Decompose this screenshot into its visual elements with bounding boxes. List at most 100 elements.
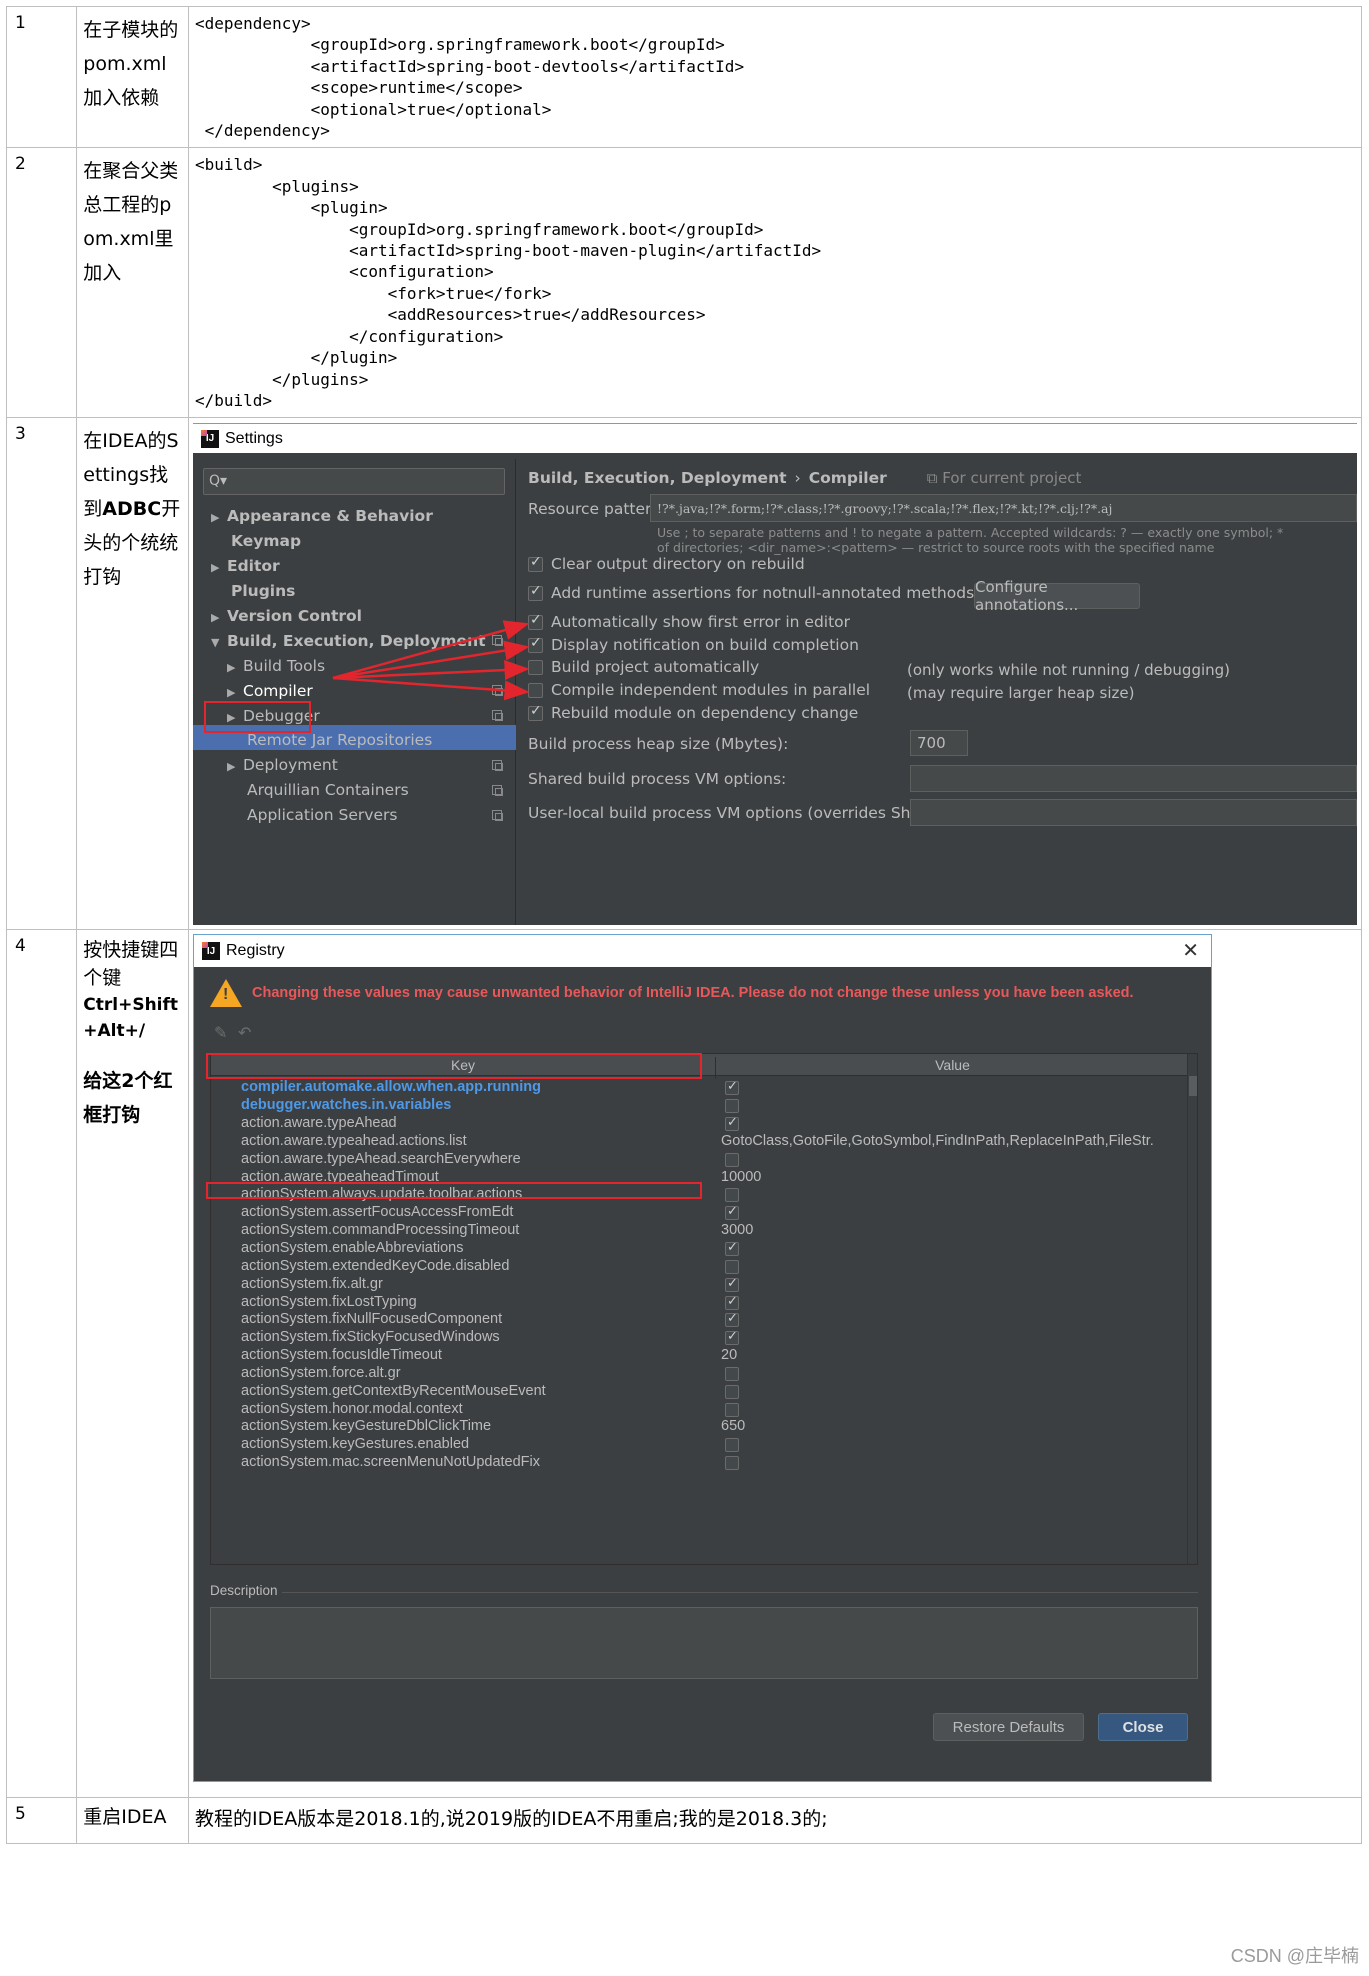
registry-value[interactable]: 3000 bbox=[721, 1222, 753, 1238]
resource-patterns-field[interactable]: !?*.java;!?*.form;!?*.class;!?*.groovy;!… bbox=[650, 494, 1357, 523]
chevron-right-icon[interactable]: ▶ bbox=[227, 760, 243, 773]
breadcrumb-page: Compiler bbox=[808, 469, 887, 488]
checkbox-unchecked[interactable] bbox=[725, 1402, 739, 1417]
checkbox-unchecked[interactable] bbox=[725, 1438, 739, 1453]
chevron-down-icon[interactable]: ▼ bbox=[211, 636, 227, 649]
registry-value[interactable]: GotoClass,GotoFile,GotoSymbol,FindInPath… bbox=[721, 1133, 1154, 1149]
step-description: 在IDEA的Settings找到ADBC开头的个统统打钩 bbox=[76, 417, 189, 931]
shared-vm-options-field[interactable] bbox=[910, 765, 1357, 793]
breadcrumb: Build, Execution, Deployment › Compiler ⧉ F… bbox=[528, 469, 1081, 487]
user-local-vm-options-field[interactable] bbox=[910, 799, 1357, 827]
tree-item-application-servers[interactable]: Application Servers bbox=[247, 806, 397, 830]
checkbox-unchecked[interactable] bbox=[725, 1188, 739, 1203]
checkbox-unchecked[interactable] bbox=[725, 1456, 739, 1471]
checkbox-checked[interactable] bbox=[725, 1310, 739, 1328]
tree-item-plugins[interactable]: Plugins bbox=[231, 582, 295, 606]
step-content: <dependency> <groupId>org.springframewor… bbox=[188, 5, 1362, 149]
registry-table: Key Value compiler.automake.allow.when.a… bbox=[210, 1053, 1198, 1566]
tree-item-deployment[interactable]: ▶ Deployment bbox=[227, 756, 338, 780]
close-icon[interactable]: ✕ bbox=[1182, 938, 1199, 963]
step-description-keyword: ADBC bbox=[102, 498, 162, 521]
registry-key: actionSystem.assertFocusAccessFromEdt bbox=[241, 1204, 514, 1221]
checkbox-checked[interactable] bbox=[725, 1078, 739, 1096]
tree-item-arquillian-containers[interactable]: Arquillian Containers bbox=[247, 781, 409, 805]
chevron-right-icon[interactable]: ▶ bbox=[227, 661, 243, 674]
revert-icon[interactable]: ↶ bbox=[238, 1023, 251, 1043]
checkbox-unchecked[interactable] bbox=[725, 1152, 739, 1167]
checkbox-checked[interactable] bbox=[528, 612, 543, 630]
search-icon: Q▾ bbox=[209, 473, 228, 490]
option-compile-independent-modules-in-parallel[interactable]: Compile independent modules in parallel bbox=[528, 681, 870, 699]
registry-value[interactable]: 20 bbox=[721, 1347, 737, 1363]
step-description: 在聚合父类总工程的pom.xml里加入 bbox=[76, 147, 189, 419]
restore-defaults-button[interactable]: Restore Defaults bbox=[933, 1713, 1084, 1742]
option-build-project-automatically[interactable]: Build project automatically bbox=[528, 658, 759, 676]
option-display-notification-on-build-completion[interactable]: Display notification on build completion bbox=[528, 635, 859, 654]
checkbox-unchecked[interactable] bbox=[528, 682, 543, 698]
tree-item-label: Compiler bbox=[243, 681, 313, 700]
checkbox-checked[interactable] bbox=[528, 635, 543, 653]
column-header-value[interactable]: Value bbox=[716, 1057, 1189, 1073]
chevron-right-icon[interactable]: ▶ bbox=[211, 561, 227, 574]
registry-key: debugger.watches.in.variables bbox=[241, 1097, 452, 1114]
checkbox-unchecked[interactable] bbox=[725, 1384, 739, 1399]
tree-item-appearance-behavior[interactable]: ▶ Appearance & Behavior bbox=[211, 507, 433, 531]
tree-item-version-control[interactable]: ▶ Version Control bbox=[211, 607, 362, 631]
configure-annotations-button[interactable]: Configure annotations... bbox=[974, 578, 1140, 614]
registry-key: actionSystem.honor.modal.context bbox=[241, 1400, 463, 1417]
checkbox-checked[interactable] bbox=[725, 1328, 739, 1346]
checkbox-unchecked[interactable] bbox=[725, 1366, 739, 1381]
checkbox-unchecked[interactable] bbox=[725, 1099, 739, 1114]
step-instruction: 给这2个红框打钩 bbox=[83, 1070, 173, 1127]
tree-item-label: Arquillian Containers bbox=[247, 781, 409, 800]
step-row-1: 1 在子模块的pom.xml加入依赖 <dependency> <groupId… bbox=[5, 5, 1362, 149]
checkbox-unchecked[interactable] bbox=[725, 1259, 739, 1274]
heap-size-label: Build process heap size (Mbytes): bbox=[528, 735, 789, 754]
scrollbar-thumb[interactable] bbox=[1189, 1076, 1197, 1097]
checkbox-checked[interactable] bbox=[725, 1114, 739, 1131]
registry-value[interactable]: 650 bbox=[721, 1418, 745, 1434]
heap-size-field[interactable]: 700 bbox=[910, 730, 968, 757]
tree-item-editor[interactable]: ▶ Editor bbox=[211, 557, 280, 581]
tree-item-keymap[interactable]: Keymap bbox=[231, 532, 301, 556]
registry-key: actionSystem.commandProcessingTimeout bbox=[241, 1222, 520, 1239]
option-rebuild-module-on-dependency-change[interactable]: Rebuild module on dependency change bbox=[528, 703, 859, 723]
checkbox-checked[interactable] bbox=[725, 1275, 739, 1292]
option-label: Build project automatically bbox=[551, 658, 760, 677]
checkbox-checked[interactable] bbox=[725, 1293, 739, 1310]
checkbox-checked[interactable] bbox=[528, 554, 543, 572]
tree-item-build-execution-deployment[interactable]: ▼ Build, Execution, Deployment bbox=[211, 632, 486, 656]
watermark: CSDN @庄毕楠 bbox=[1230, 1946, 1359, 1966]
option-clear-output-directory-on-rebuild[interactable]: Clear output directory on rebuild bbox=[528, 554, 805, 573]
tree-item-label: Plugins bbox=[231, 582, 296, 600]
registry-scrollbar[interactable] bbox=[1187, 1054, 1197, 1565]
tree-item-build-tools[interactable]: ▶ Build Tools bbox=[227, 657, 325, 681]
compiler-settings-panel: Build, Execution, Deployment › Compiler ⧉ F… bbox=[516, 459, 1357, 926]
checkbox-unchecked[interactable] bbox=[528, 659, 543, 675]
checkbox-checked[interactable] bbox=[528, 703, 543, 721]
checkbox-checked[interactable] bbox=[528, 583, 543, 601]
chevron-right-icon[interactable]: ▶ bbox=[211, 611, 227, 624]
project-scope-icon bbox=[492, 710, 503, 722]
option-label: Rebuild module on dependency change bbox=[551, 704, 859, 723]
tree-item-label: Build, Execution, Deployment bbox=[227, 631, 486, 650]
tree-item-label: Deployment bbox=[243, 756, 338, 775]
registry-value[interactable]: 10000 bbox=[721, 1169, 761, 1185]
settings-search-input[interactable]: Q▾ bbox=[203, 468, 505, 496]
tree-item-label: Version Control bbox=[227, 606, 362, 625]
step-content: 教程的IDEA版本是2018.1的,说2019版的IDEA不用重启;我的是201… bbox=[188, 1797, 1362, 1845]
registry-title: Registry bbox=[226, 942, 285, 960]
option-automatically-show-first-error-in-editor[interactable]: Automatically show first error in editor bbox=[528, 612, 851, 632]
step-row-2: 2 在聚合父类总工程的pom.xml里加入 <build> <plugins> … bbox=[5, 147, 1362, 419]
tree-item-label: Keymap bbox=[231, 532, 302, 551]
checkbox-checked[interactable] bbox=[725, 1239, 739, 1256]
chevron-right-icon[interactable]: ▶ bbox=[227, 686, 243, 699]
option-label: Automatically show first error in editor bbox=[551, 613, 851, 632]
tree-item-remote-jar-repositories[interactable]: Remote Jar Repositories bbox=[247, 731, 432, 755]
close-button[interactable]: Close bbox=[1098, 1713, 1188, 1742]
registry-row[interactable]: actionSystem.mac.screenMenuNotUpdatedFix bbox=[211, 1452, 1189, 1475]
chevron-right-icon[interactable]: ▶ bbox=[211, 511, 227, 524]
edit-icon[interactable]: ✎ bbox=[214, 1023, 227, 1043]
checkbox-checked[interactable] bbox=[725, 1203, 739, 1221]
option-label: Compile independent modules in parallel bbox=[551, 681, 871, 700]
